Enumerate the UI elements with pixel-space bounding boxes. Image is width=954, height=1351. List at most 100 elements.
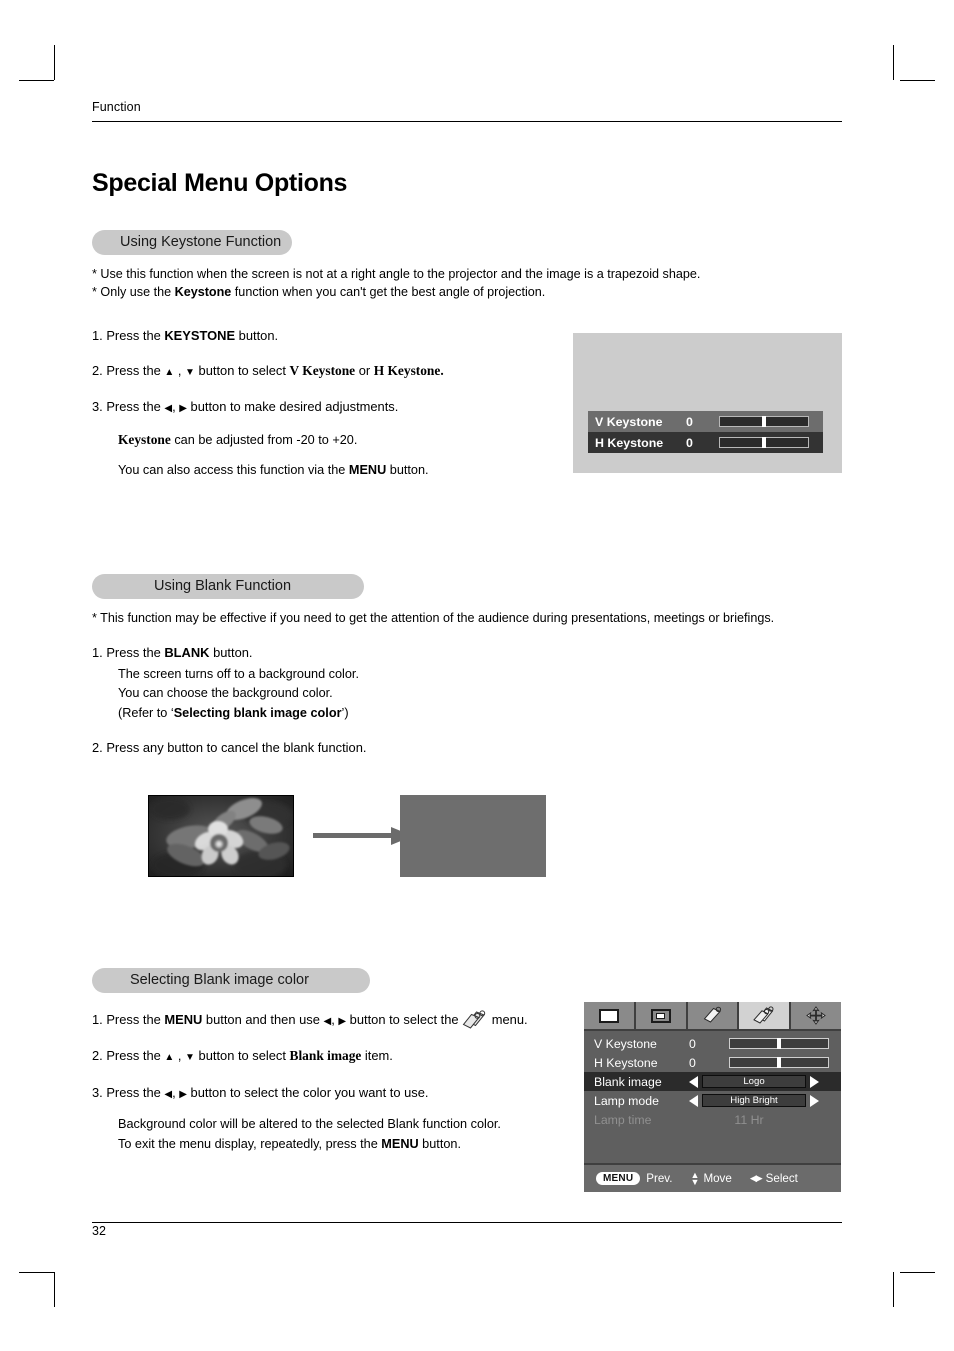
osd-footer-bar: MENU Prev. ▲ ▼ Move ◀▶ Select (584, 1163, 841, 1192)
keystone-osd-row-v-value: 0 (686, 414, 693, 429)
osd-row-blank-image[interactable]: Blank image Logo (584, 1072, 841, 1091)
keystone-note-1: * Use this function when the screen is n… (92, 267, 701, 281)
blank-note-1: * This function may be effective if you … (92, 610, 775, 625)
slider-knob[interactable] (762, 437, 766, 448)
selecting-sub-2-b: button. (418, 1136, 461, 1151)
slider-knob[interactable] (777, 1057, 781, 1068)
tab-signal[interactable] (791, 1002, 841, 1029)
blank-note: * This function may be effective if you … (92, 610, 842, 628)
osd-footer-select-label: Select (765, 1172, 798, 1185)
keystone-step-2-or: or (355, 362, 374, 378)
keystone-osd-row-v-slider[interactable] (719, 416, 809, 427)
up-down-arrow-icon: ▲ ▼ (690, 1169, 700, 1187)
left-arrow-icon[interactable] (689, 1075, 698, 1088)
crop-mark-bottom-right-vertical (893, 1272, 894, 1307)
keystone-step-1-b: button. (235, 328, 279, 343)
keystone-osd-row-h[interactable]: H Keystone 0 (588, 432, 823, 453)
keystone-sub-2-bold: MENU (348, 463, 387, 477)
special-menu-osd: V Keystone 0 H Keystone 0 Blank image Lo… (584, 1002, 841, 1192)
osd-row-blank-image-value: Logo (702, 1075, 806, 1088)
keystone-step-1-a: 1. Press the (92, 328, 165, 343)
right-arrow-icon[interactable] (810, 1094, 819, 1107)
flower-photo-graphic (148, 795, 294, 877)
osd-row-h-keystone[interactable]: H Keystone 0 (584, 1053, 841, 1072)
selecting-step-3-a: 3. Press the (92, 1084, 165, 1100)
section-heading-keystone-label: Using Keystone Function (120, 234, 282, 250)
keystone-osd-rows: V Keystone 0 H Keystone 0 (588, 411, 823, 453)
keystone-step-2-b: button to select (194, 362, 290, 378)
keystone-note-2-bold: Keystone (174, 284, 232, 299)
blank-sub-3-bold: Selecting blank image color (173, 705, 342, 720)
page-title: Special Menu Options (92, 169, 348, 197)
right-arrow-icon: ▶ (338, 1015, 347, 1027)
osd-row-lamp-time-value: 11 Hr (734, 1112, 764, 1127)
blank-sub-3: (Refer to ‘Selecting blank image color’) (118, 705, 842, 723)
section-heading-blank: Using Blank Function (92, 573, 364, 599)
keystone-osd-row-h-label: H Keystone (595, 435, 664, 450)
osd-footer-move-label: Move (703, 1172, 732, 1185)
keystone-step-2-a: 2. Press the (92, 362, 165, 378)
keystone-step-1-bold: KEYSTONE (164, 328, 236, 343)
header-rule (92, 121, 842, 122)
slider-knob[interactable] (762, 416, 766, 427)
right-arrow-icon: ▶ (179, 403, 187, 414)
left-arrow-icon: ◀ (164, 1088, 173, 1100)
blank-sub-1: The screen turns off to a background col… (118, 666, 359, 681)
footer-rule (92, 1222, 842, 1223)
blank-steps: 1. Press the BLANK button. The screen tu… (92, 644, 842, 757)
keystone-step-2-option-1: V Keystone (289, 362, 356, 378)
crop-mark-top-left-vertical (54, 45, 55, 80)
source-image-photo (148, 795, 294, 877)
selecting-step-2-mid: , (174, 1048, 186, 1063)
tab-picture[interactable] (584, 1002, 636, 1029)
osd-row-blank-image-label: Blank image (594, 1074, 662, 1089)
section-heading-keystone: Using Keystone Function (92, 230, 292, 255)
selecting-step-2-item: Blank image (289, 1048, 362, 1063)
menu-key-badge[interactable]: MENU (596, 1172, 641, 1185)
page-number: 32 (92, 1224, 106, 1238)
left-arrow-icon[interactable] (689, 1094, 698, 1107)
osd-row-v-keystone[interactable]: V Keystone 0 (584, 1034, 841, 1053)
crop-mark-top-right-vertical (893, 45, 894, 80)
keystone-sub-1-bold: Keystone (118, 431, 171, 447)
up-arrow-icon: ▲ (164, 366, 175, 378)
keystone-step-2-option-2: H Keystone. (373, 362, 444, 378)
running-head: Function (92, 100, 141, 114)
osd-row-lamp-time: Lamp time 11 Hr (584, 1110, 841, 1129)
crop-mark-top-left-horizontal (19, 80, 54, 81)
selecting-sub-2-bold: MENU (381, 1136, 419, 1151)
osd-row-h-keystone-slider[interactable] (729, 1057, 829, 1068)
keystone-step-3-b: button to make desired adjustments. (186, 399, 399, 414)
osd-row-h-keystone-value: 0 (689, 1055, 696, 1070)
right-arrow-icon[interactable] (810, 1075, 819, 1088)
blank-step-1-a: 1. Press the (92, 645, 165, 660)
tab-special[interactable] (739, 1002, 792, 1029)
keystone-osd-row-h-slider[interactable] (719, 437, 809, 448)
selecting-step-2-a: 2. Press the (92, 1048, 165, 1063)
selecting-sub-2-a: To exit the menu display, repeatedly, pr… (118, 1136, 382, 1151)
blank-step-1-bold: BLANK (164, 645, 210, 660)
keystone-osd-panel: V Keystone 0 H Keystone 0 (573, 333, 842, 473)
tab-screen[interactable] (636, 1002, 688, 1029)
keystone-sub-1-rest: can be adjusted from -20 to +20. (170, 432, 358, 447)
osd-row-lamp-mode-value: High Bright (702, 1094, 806, 1107)
keystone-step-2-mid: , (174, 362, 186, 378)
picture-tab-icon (598, 1008, 619, 1023)
crop-mark-bottom-left-vertical (54, 1272, 55, 1307)
selecting-step-1-c: button to select the (346, 1011, 463, 1027)
crop-mark-bottom-left-horizontal (19, 1272, 54, 1273)
keystone-osd-row-v[interactable]: V Keystone 0 (588, 411, 823, 432)
signal-cross-tab-icon (806, 1006, 826, 1025)
keystone-osd-row-h-value: 0 (686, 435, 693, 450)
osd-row-v-keystone-slider[interactable] (729, 1038, 829, 1049)
single-tag-tab-icon (704, 1006, 722, 1023)
slider-knob[interactable] (777, 1038, 781, 1049)
osd-row-lamp-mode[interactable]: Lamp mode High Bright (584, 1091, 841, 1110)
blank-result-image (400, 795, 546, 877)
blank-step-2: 2. Press any button to cancel the blank … (92, 740, 367, 755)
tab-single-tag[interactable] (688, 1002, 740, 1029)
section-heading-selecting: Selecting Blank image color (92, 967, 370, 993)
right-arrow-icon: ▶ (179, 1088, 187, 1100)
crop-mark-bottom-right-horizontal (900, 1272, 935, 1273)
right-arrow-icon-shaft (313, 833, 395, 838)
